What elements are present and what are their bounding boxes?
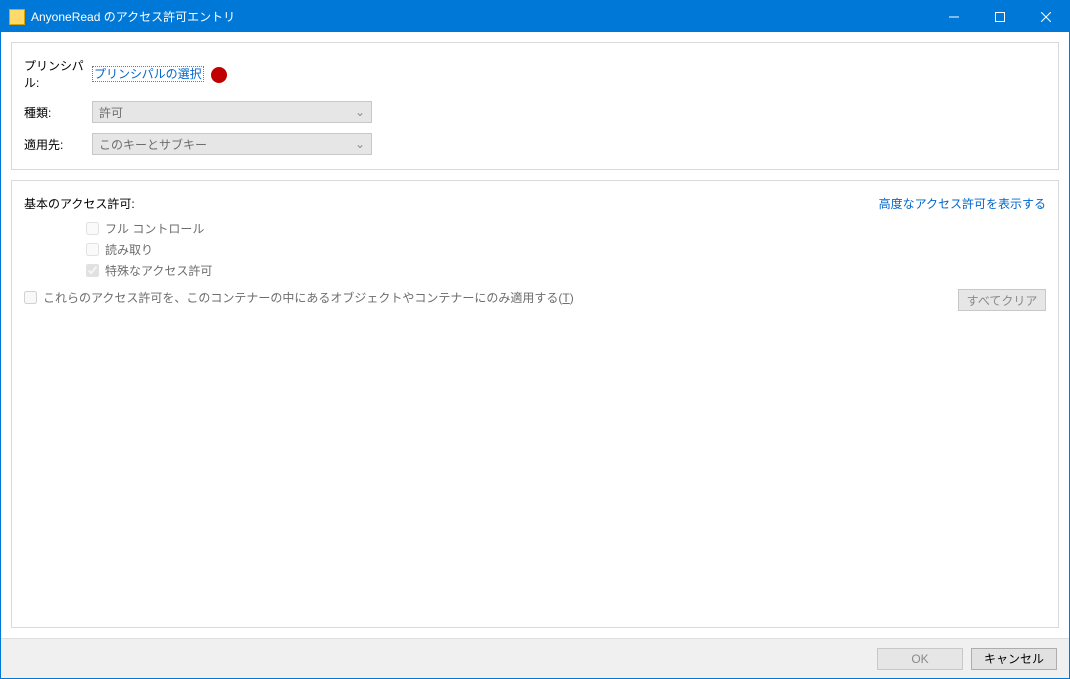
apply-only-label: これらのアクセス許可を、このコンテナーの中にあるオブジェクトやコンテナーにのみ適… — [43, 289, 574, 306]
folder-icon — [9, 9, 25, 25]
minimize-icon — [949, 12, 959, 22]
select-principal-link[interactable]: プリンシパルの選択 — [92, 66, 204, 82]
permissions-header: 基本のアクセス許可: 高度なアクセス許可を表示する — [24, 195, 1046, 212]
type-select[interactable]: 許可 ⌄ — [92, 101, 372, 123]
special-label: 特殊なアクセス許可 — [105, 262, 212, 279]
window-controls — [931, 1, 1069, 32]
read-checkbox[interactable] — [86, 243, 99, 256]
window-title: AnyoneRead のアクセス許可エントリ — [31, 8, 931, 25]
applies-to-select[interactable]: このキーとサブキー ⌄ — [92, 133, 372, 155]
apply-only-checkbox[interactable] — [24, 291, 37, 304]
full-control-label: フル コントロール — [105, 220, 204, 237]
full-control-row: フル コントロール — [86, 220, 1046, 237]
type-select-value: 許可 — [99, 104, 123, 121]
dialog-footer: OK キャンセル — [1, 638, 1069, 678]
principal-panel: プリンシパル: プリンシパルの選択 種類: 許可 ⌄ 適用先: このキーとサブキ… — [11, 42, 1059, 170]
apply-only-row: これらのアクセス許可を、このコンテナーの中にあるオブジェクトやコンテナーにのみ適… — [24, 289, 1046, 311]
special-row: 特殊なアクセス許可 — [86, 262, 1046, 279]
basic-permissions-title: 基本のアクセス許可: — [24, 195, 135, 212]
read-label: 読み取り — [105, 241, 153, 258]
content-area: プリンシパル: プリンシパルの選択 種類: 許可 ⌄ 適用先: このキーとサブキ… — [1, 32, 1069, 638]
type-label: 種類: — [24, 104, 92, 121]
full-control-checkbox[interactable] — [86, 222, 99, 235]
principal-value: プリンシパルの選択 — [92, 65, 1046, 83]
basic-permissions-list: フル コントロール 読み取り 特殊なアクセス許可 — [86, 220, 1046, 279]
red-marker-icon — [211, 67, 227, 83]
chevron-down-icon: ⌄ — [355, 105, 365, 119]
applies-to-label: 適用先: — [24, 136, 92, 153]
cancel-button[interactable]: キャンセル — [971, 648, 1057, 670]
chevron-down-icon: ⌄ — [355, 137, 365, 151]
ok-button[interactable]: OK — [877, 648, 963, 670]
maximize-icon — [995, 12, 1005, 22]
close-icon — [1041, 12, 1051, 22]
special-checkbox[interactable] — [86, 264, 99, 277]
applies-to-select-value: このキーとサブキー — [99, 136, 207, 153]
titlebar: AnyoneRead のアクセス許可エントリ — [1, 1, 1069, 32]
read-row: 読み取り — [86, 241, 1046, 258]
apply-only-option: これらのアクセス許可を、このコンテナーの中にあるオブジェクトやコンテナーにのみ適… — [24, 289, 574, 306]
close-button[interactable] — [1023, 1, 1069, 32]
principal-label: プリンシパル: — [24, 57, 92, 91]
clear-all-button[interactable]: すべてクリア — [958, 289, 1046, 311]
permissions-panel: 基本のアクセス許可: 高度なアクセス許可を表示する フル コントロール 読み取り… — [11, 180, 1059, 628]
maximize-button[interactable] — [977, 1, 1023, 32]
minimize-button[interactable] — [931, 1, 977, 32]
show-advanced-permissions-link[interactable]: 高度なアクセス許可を表示する — [879, 195, 1046, 212]
